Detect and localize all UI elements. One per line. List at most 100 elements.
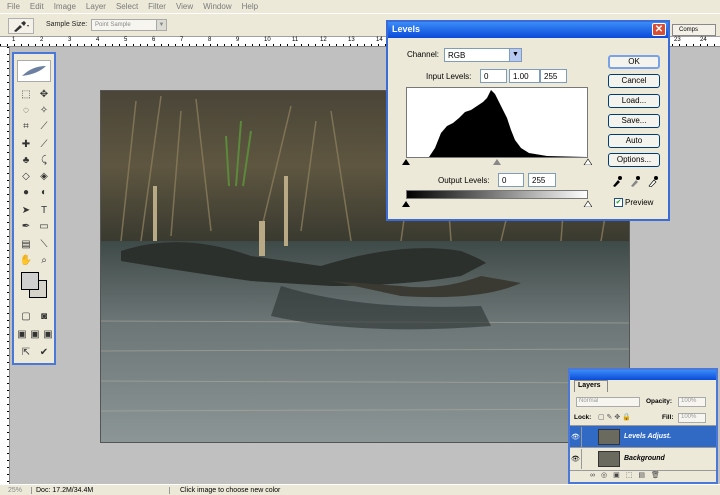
notes-tool-icon[interactable]: ▤ — [18, 237, 34, 251]
hand-tool-icon[interactable]: ✋ — [18, 253, 34, 267]
ruler-mark: 3 — [68, 37, 72, 43]
lock-label: Lock: — [574, 414, 592, 421]
layer-name: Levels Adjust. — [624, 433, 672, 440]
ruler-mark: 14 — [376, 37, 383, 43]
cancel-button[interactable]: Cancel — [608, 74, 660, 88]
preview-label: Preview — [625, 198, 654, 207]
ruler-mark: 2 — [40, 37, 44, 43]
foreground-color-swatch[interactable] — [21, 272, 39, 290]
layers-titlebar[interactable] — [570, 370, 716, 380]
options-button[interactable]: Options... — [608, 153, 660, 167]
menu-filter[interactable]: Filter — [143, 2, 171, 11]
feather-icon — [22, 66, 46, 76]
zoom-tool-icon[interactable]: ⌕ — [36, 253, 52, 267]
chevron-down-icon: ▼ — [156, 20, 166, 30]
blur-tool-icon[interactable]: ● — [18, 185, 34, 199]
white-eyedropper-icon[interactable] — [646, 174, 660, 188]
eyedropper-tool-icon[interactable]: ⟍ — [36, 237, 52, 251]
menu-edit[interactable]: Edit — [25, 2, 49, 11]
layers-palette: Layers Normal Opacity: 100% Lock: ▢ ✎ ✥ … — [568, 368, 718, 484]
ruler-mark: 6 — [152, 37, 156, 43]
standard-mode-icon[interactable]: ▢ — [18, 309, 34, 323]
dodge-tool-icon[interactable]: ◐ — [36, 185, 52, 199]
input-sliders[interactable] — [402, 157, 592, 165]
output-black-field[interactable]: 0 — [498, 173, 524, 187]
photoshop-feather-logo[interactable] — [17, 60, 51, 82]
channel-select[interactable]: RGB ▼ — [444, 48, 522, 62]
jump-to-imageready-icon[interactable]: ⇱ — [18, 345, 34, 359]
marquee-tool-icon[interactable]: ⬚ — [18, 87, 34, 101]
zoom-level[interactable]: 25% — [0, 486, 32, 494]
document-size: Doc: 17.2M/34.4M — [32, 486, 170, 494]
healing-brush-icon[interactable]: ✚ — [18, 137, 34, 151]
brush-tool-icon[interactable]: ⟋ — [36, 137, 52, 151]
history-brush-icon[interactable]: ⤹ — [36, 153, 52, 167]
input-levels-label: Input Levels: — [426, 72, 472, 81]
tools-palette: ⬚ ✥ ◌ ✧ ⌗ ⟋ ✚ ⟋ ♣ ⤹ ◇ ◈ ● ◐ ➤ T ✒ ▭ ▤ ⟍ … — [12, 52, 56, 365]
checkmark-icon[interactable]: ✔ — [36, 345, 52, 359]
layer-name: Background — [624, 455, 665, 462]
eye-icon[interactable]: 👁 — [570, 448, 582, 469]
slice-tool-icon[interactable]: ⟋ — [36, 119, 52, 133]
output-gradient — [406, 190, 588, 199]
output-sliders[interactable] — [402, 199, 592, 207]
type-tool-icon[interactable]: T — [36, 203, 52, 217]
eye-icon[interactable]: 👁 — [570, 426, 582, 447]
sample-size-select[interactable]: Point Sample ▼ — [91, 19, 167, 31]
rectangle-tool-icon[interactable]: ▭ — [36, 219, 52, 233]
black-eyedropper-icon[interactable] — [610, 174, 624, 188]
lock-icons[interactable]: ▢ ✎ ✥ 🔒 — [598, 413, 631, 421]
magic-wand-icon[interactable]: ✧ — [36, 103, 52, 117]
layer-row-background[interactable]: 👁 Background — [570, 447, 716, 469]
menu-help[interactable]: Help — [237, 2, 263, 11]
histogram-graph — [429, 90, 587, 157]
opacity-field[interactable]: 100% — [678, 397, 706, 407]
lasso-tool-icon[interactable]: ◌ — [18, 103, 34, 117]
layers-footer-icons[interactable]: ∞◎▣⬚▤🗑 — [570, 470, 716, 482]
input-white-field[interactable]: 255 — [540, 69, 567, 83]
menu-select[interactable]: Select — [111, 2, 143, 11]
menu-view[interactable]: View — [171, 2, 198, 11]
ruler-mark: 5 — [124, 37, 128, 43]
preview-checkbox[interactable]: ✔ — [614, 198, 623, 207]
fill-label: Fill: — [662, 414, 674, 421]
load-button[interactable]: Load... — [608, 94, 660, 108]
pen-tool-icon[interactable]: ✒ — [18, 219, 34, 233]
gray-eyedropper-icon[interactable] — [628, 174, 642, 188]
menu-file[interactable]: File — [2, 2, 25, 11]
sample-size-label: Sample Size: — [46, 21, 88, 28]
quick-mask-icon[interactable]: ◙ — [36, 309, 52, 323]
ruler-mark: 9 — [236, 37, 240, 43]
menu-window[interactable]: Window — [198, 2, 236, 11]
ruler-mark: 7 — [180, 37, 184, 43]
close-icon[interactable]: ✕ — [652, 23, 666, 36]
blend-mode-select[interactable]: Normal — [576, 397, 640, 407]
eraser-tool-icon[interactable]: ◇ — [18, 169, 34, 183]
crop-tool-icon[interactable]: ⌗ — [18, 119, 34, 133]
ruler-vertical — [0, 47, 10, 484]
clone-stamp-icon[interactable]: ♣ — [18, 153, 34, 167]
menu-layer[interactable]: Layer — [81, 2, 111, 11]
paint-bucket-icon[interactable]: ◈ — [36, 169, 52, 183]
opacity-label: Opacity: — [646, 398, 673, 405]
comps-tab[interactable]: Comps — [672, 24, 716, 36]
menu-image[interactable]: Image — [49, 2, 81, 11]
output-white-field[interactable]: 255 — [528, 173, 556, 187]
levels-titlebar[interactable]: Levels ✕ — [388, 22, 668, 38]
move-tool-icon[interactable]: ✥ — [36, 87, 52, 101]
ruler-mark: 1 — [12, 37, 16, 43]
ruler-mark: 8 — [208, 37, 212, 43]
input-gamma-field[interactable]: 1.00 — [509, 69, 540, 83]
eyedropper-tool-preset[interactable] — [8, 18, 34, 34]
ok-button[interactable]: OK — [608, 55, 660, 69]
layer-row-levels-adjust[interactable]: 👁 Levels Adjust. — [570, 425, 716, 447]
eyedropper-icon — [14, 21, 29, 32]
path-selection-icon[interactable]: ➤ — [18, 203, 34, 217]
layers-tab[interactable]: Layers — [574, 380, 608, 392]
input-black-field[interactable]: 0 — [480, 69, 507, 83]
save-button[interactable]: Save... — [608, 114, 660, 128]
fill-field[interactable]: 100% — [678, 413, 706, 423]
screen-mode-full-icon[interactable]: ▣ — [40, 327, 56, 341]
auto-button[interactable]: Auto — [608, 134, 660, 148]
layer-thumbnail — [598, 450, 620, 467]
